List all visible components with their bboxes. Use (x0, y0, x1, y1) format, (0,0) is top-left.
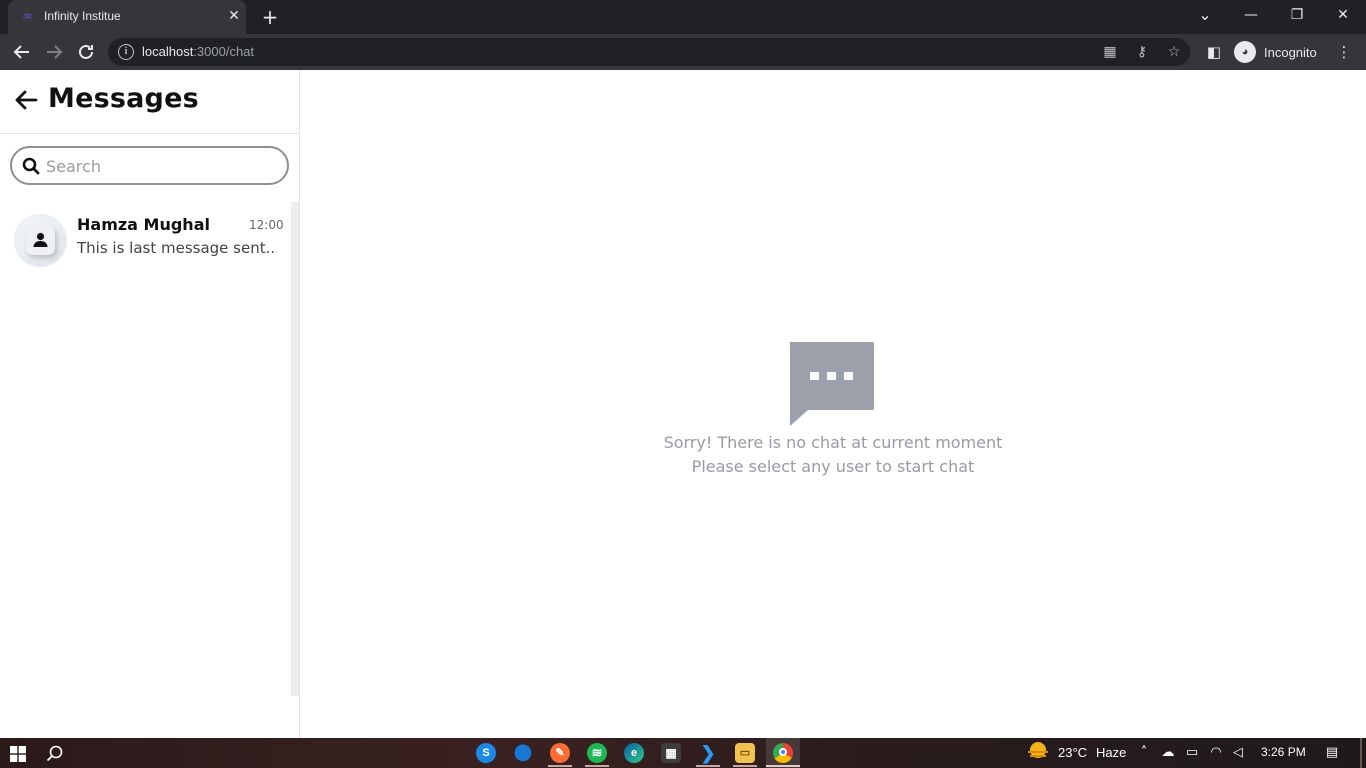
empty-state-line2: Please select any user to start chat (691, 457, 975, 476)
address-url[interactable]: localhost:3000/chat (142, 44, 254, 59)
forward-button[interactable] (40, 38, 68, 66)
tab-close-icon[interactable]: ✕ (226, 8, 242, 24)
search-input[interactable] (46, 154, 276, 178)
weather-label[interactable]: Haze (1096, 745, 1126, 760)
password-key-icon[interactable]: ⚷ (1132, 42, 1152, 62)
file-explorer-app-icon[interactable]: ▭ (735, 743, 755, 763)
browser-tab[interactable]: ∞ Infinity Institue ✕ (8, 0, 246, 34)
taskbar-search-icon[interactable] (46, 745, 63, 762)
weather-haze-icon[interactable] (1026, 741, 1050, 763)
taskbar-clock[interactable]: 3:26 PM (1261, 745, 1306, 759)
volume-icon[interactable]: ◁ (1229, 744, 1247, 762)
browser-toolbar: i localhost:3000/chat ▦ ⚷ ☆ ◧ ◕ Incognit… (0, 34, 1366, 70)
chat-bubble-dots-icon (789, 342, 874, 426)
back-arrow-icon[interactable] (12, 86, 40, 114)
browser-titlebar: ∞ Infinity Institue ✕ + ⌄ — ❐ ✕ (0, 0, 1366, 34)
weather-temperature[interactable]: 23°C (1058, 745, 1087, 760)
avatar-card (26, 226, 55, 255)
chat-last-message: This is last message sent... (77, 239, 277, 257)
avatar (14, 214, 67, 267)
site-info-icon[interactable]: i (118, 44, 134, 60)
postman-active-indicator (548, 765, 572, 767)
new-tab-button[interactable]: + (258, 5, 282, 29)
side-panel-icon[interactable]: ◧ (1202, 40, 1226, 64)
chat-list-item[interactable]: Hamza Mughal 12:00 This is last message … (0, 208, 290, 272)
chat-main-panel: Sorry! There is no chat at current momen… (300, 70, 1366, 738)
reload-button[interactable] (72, 38, 100, 66)
show-hidden-icons-chevron-icon[interactable]: ˄ (1135, 744, 1153, 762)
store-app-icon[interactable]: ▦ (661, 743, 681, 763)
chrome-app-icon (773, 743, 793, 763)
messages-sidebar: Messages Hamza Mughal 12:00 This is last (0, 70, 300, 738)
qr-code-icon[interactable]: ▦ (1100, 42, 1120, 62)
incognito-label: Incognito (1264, 44, 1317, 60)
sidebar-header: Messages (0, 70, 299, 134)
maps-app-icon[interactable]: ⬤ (513, 743, 533, 763)
reload-icon (79, 44, 93, 59)
restore-button[interactable]: ❐ (1274, 0, 1320, 30)
back-arrow-icon (13, 45, 29, 59)
edge-app-icon[interactable]: e (624, 743, 644, 763)
chat-user-name: Hamza Mughal (77, 215, 210, 234)
show-desktop-button[interactable] (1360, 738, 1362, 768)
search-icon (22, 157, 40, 175)
incognito-icon: ◕ (1234, 41, 1256, 63)
empty-state-line1: Sorry! There is no chat at current momen… (663, 433, 1003, 452)
page-content: Messages Hamza Mughal 12:00 This is last (0, 70, 1366, 738)
wifi-icon[interactable]: ◠ (1207, 744, 1225, 762)
minimize-button[interactable]: — (1228, 0, 1274, 30)
vscode-app-icon[interactable]: ❯ (698, 743, 718, 763)
windows-taskbar: S ⬤ ✎ ≋ e ▦ ❯ ▭ 23°C Haze ˄ ☁ ▭ ◠ ◁ 3:26… (0, 738, 1366, 768)
user-icon (33, 232, 48, 247)
battery-icon[interactable]: ▭ (1183, 744, 1201, 762)
spotify-app-icon[interactable]: ≋ (587, 743, 607, 763)
skype-app-icon[interactable]: S (476, 743, 496, 763)
menu-kebab-icon[interactable]: ⋮ (1332, 40, 1356, 64)
search-box[interactable] (10, 146, 289, 185)
tab-title: Infinity Institue (44, 9, 121, 23)
address-bar[interactable]: i localhost:3000/chat ▦ ⚷ ☆ (108, 38, 1190, 66)
infinity-favicon-icon: ∞ (22, 9, 33, 24)
vscode-active-indicator (696, 765, 720, 767)
postman-app-icon[interactable]: ✎ (550, 743, 570, 763)
forward-arrow-icon (47, 45, 63, 59)
spotify-active-indicator (585, 765, 609, 767)
chrome-active-indicator (766, 765, 800, 767)
windows-start-icon[interactable] (10, 746, 26, 762)
onedrive-cloud-icon[interactable]: ☁ (1159, 744, 1177, 762)
bookmark-star-icon[interactable]: ☆ (1164, 42, 1184, 62)
close-window-button[interactable]: ✕ (1320, 0, 1366, 30)
sidebar-scrollbar[interactable] (291, 202, 299, 696)
tab-search-chevron-icon[interactable]: ⌄ (1182, 0, 1228, 30)
chat-time: 12:00 (249, 218, 284, 232)
incognito-profile[interactable]: ◕ Incognito (1234, 40, 1317, 64)
explorer-active-indicator (733, 765, 757, 767)
chrome-taskbar-button[interactable] (766, 738, 800, 768)
notifications-icon[interactable]: ▤ (1323, 744, 1341, 762)
page-title: Messages (48, 83, 199, 114)
back-button[interactable] (8, 38, 36, 66)
